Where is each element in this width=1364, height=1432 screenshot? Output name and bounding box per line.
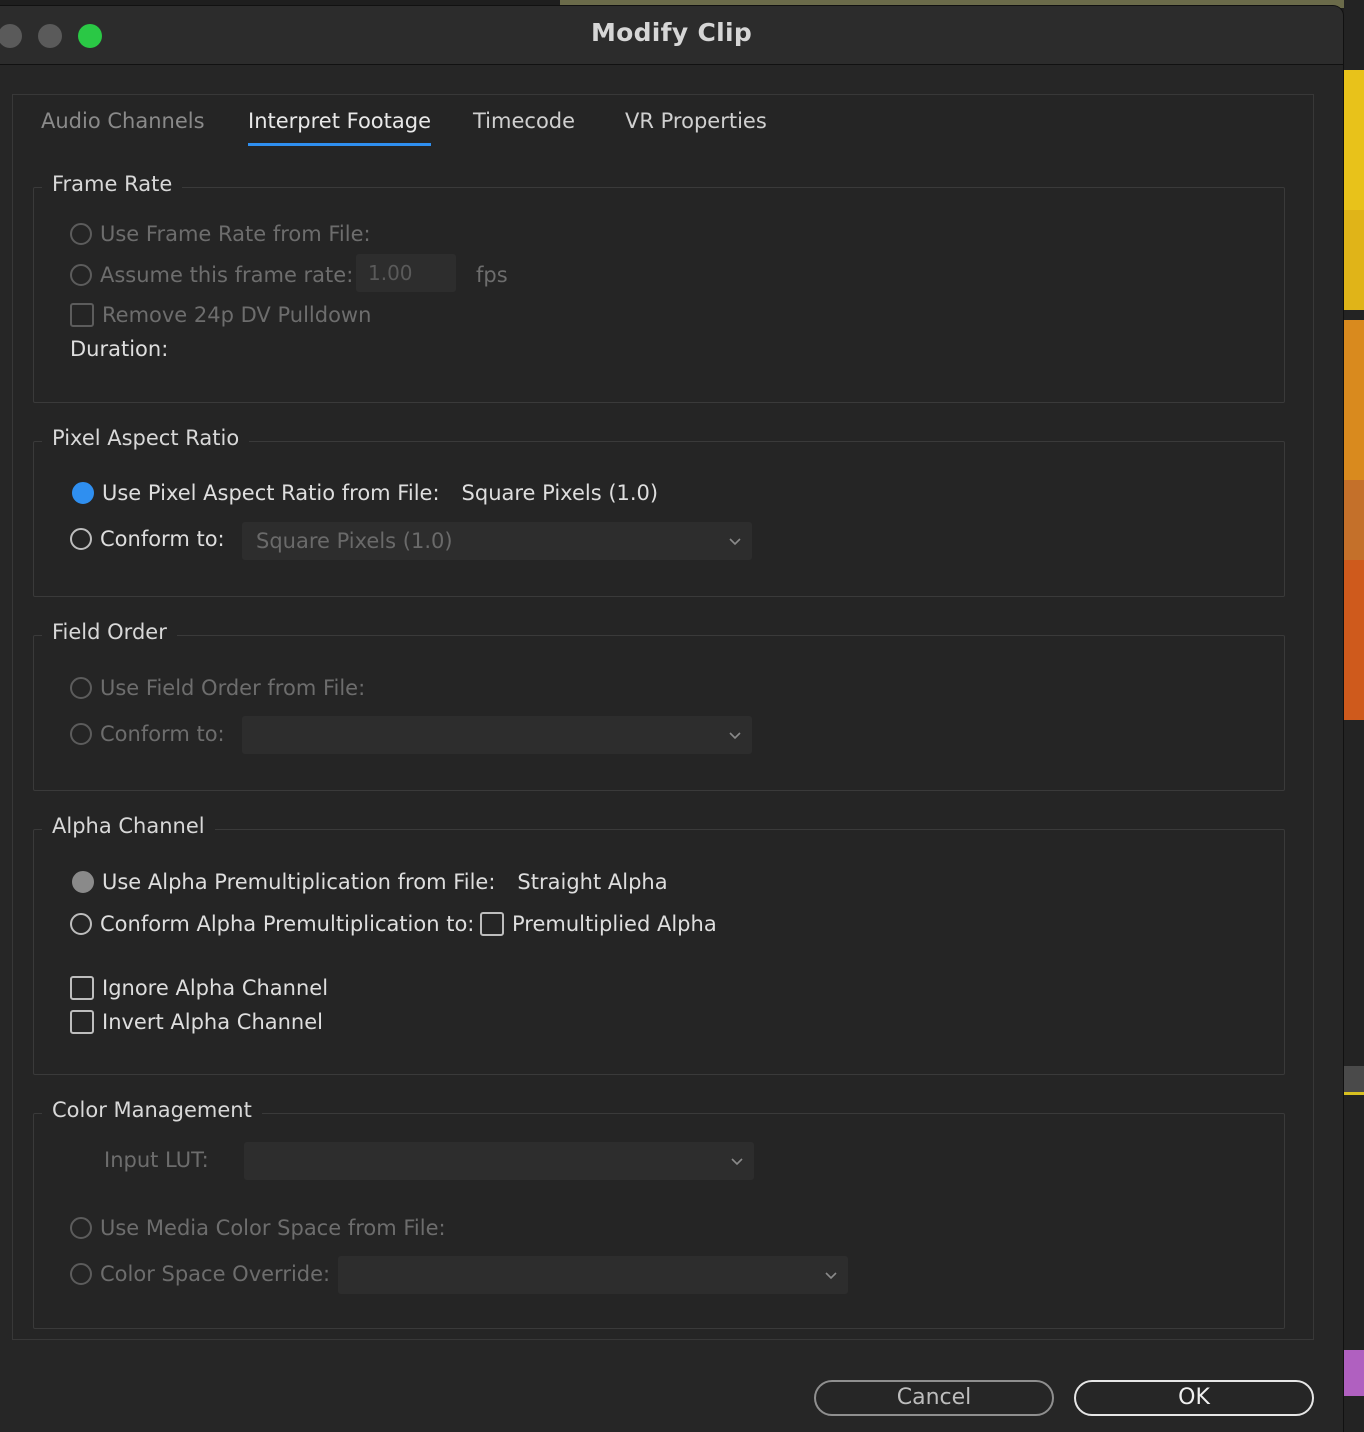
option-label: Premultiplied Alpha — [512, 912, 717, 936]
assume-frame-rate-option[interactable]: Assume this frame rate: — [70, 263, 353, 287]
option-label: Use Pixel Aspect Ratio from File: — [102, 481, 440, 505]
tab-timecode[interactable]: Timecode — [473, 109, 575, 133]
window-title: Modify Clip — [590, 18, 753, 47]
radio-button[interactable] — [70, 223, 92, 245]
radio-button[interactable] — [70, 1263, 92, 1285]
conform-pixel-aspect-option[interactable]: Conform to: — [70, 527, 225, 551]
field-order-legend: Field Order — [42, 620, 177, 644]
color-space-override-option[interactable]: Color Space Override: — [70, 1262, 330, 1286]
chevron-down-icon — [729, 538, 741, 546]
ok-button[interactable]: OK — [1074, 1380, 1314, 1416]
pixel-aspect-file-value: Square Pixels (1.0) — [461, 481, 659, 505]
duration-label: Duration: — [70, 337, 169, 361]
use-pixel-aspect-from-file-option[interactable]: Use Pixel Aspect Ratio from File: Square… — [72, 481, 658, 505]
color-space-override-dropdown[interactable] — [338, 1256, 848, 1294]
input-lut-dropdown[interactable] — [244, 1142, 754, 1180]
cancel-button[interactable]: Cancel — [814, 1380, 1054, 1416]
radio-button[interactable] — [70, 677, 92, 699]
radio-button[interactable] — [70, 264, 92, 286]
option-label: Color Space Override: — [100, 1262, 331, 1286]
pixel-aspect-ratio-legend: Pixel Aspect Ratio — [42, 426, 250, 450]
use-media-color-space-option[interactable]: Use Media Color Space from File: — [70, 1216, 446, 1240]
checkbox[interactable] — [70, 1010, 94, 1034]
frame-rate-legend: Frame Rate — [42, 172, 183, 196]
option-label: Use Field Order from File: — [100, 676, 366, 700]
pixel-aspect-dropdown[interactable]: Square Pixels (1.0) — [242, 522, 752, 560]
input-lut-label: Input LUT: — [104, 1148, 209, 1172]
conform-field-order-option[interactable]: Conform to: — [70, 722, 225, 746]
invert-alpha-option[interactable]: Invert Alpha Channel — [70, 1010, 323, 1034]
alpha-file-value: Straight Alpha — [517, 870, 668, 894]
option-label: Remove 24p DV Pulldown — [102, 303, 372, 327]
alpha-channel-legend: Alpha Channel — [42, 814, 215, 838]
field-order-dropdown[interactable] — [242, 716, 752, 754]
modify-clip-dialog: Modify Clip Audio Channels Interpret Foo… — [0, 6, 1343, 1432]
option-label: Use Frame Rate from File: — [100, 222, 371, 246]
premultiplied-alpha-option[interactable]: Premultiplied Alpha — [480, 912, 717, 936]
background-app-panel — [1344, 0, 1364, 1432]
option-label: Conform to: — [100, 722, 225, 746]
field-order-group: Field Order Use Field Order from File: C… — [33, 620, 1285, 791]
chevron-down-icon — [825, 1272, 837, 1280]
frame-rate-group: Frame Rate Use Frame Rate from File: Ass… — [33, 172, 1285, 403]
fps-label: fps — [476, 263, 508, 287]
radio-button[interactable] — [70, 723, 92, 745]
ignore-alpha-option[interactable]: Ignore Alpha Channel — [70, 976, 328, 1000]
dropdown-value: Square Pixels (1.0) — [256, 529, 453, 553]
alpha-channel-group: Alpha Channel Use Alpha Premultiplicatio… — [33, 814, 1285, 1075]
checkbox[interactable] — [480, 912, 504, 936]
option-label: Conform Alpha Premultiplication to: — [100, 912, 475, 936]
radio-button-selected[interactable] — [72, 871, 94, 893]
tab-audio-channels[interactable]: Audio Channels — [41, 109, 205, 133]
chevron-down-icon — [729, 732, 741, 740]
radio-button[interactable] — [70, 528, 92, 550]
duration-row: Duration: — [70, 337, 168, 361]
chevron-down-icon — [731, 1158, 743, 1166]
option-label: Conform to: — [100, 527, 225, 551]
tab-vr-properties[interactable]: VR Properties — [625, 109, 767, 133]
color-management-group: Color Management Input LUT: Use Media Co… — [33, 1098, 1285, 1329]
checkbox[interactable] — [70, 976, 94, 1000]
tab-panel: Audio Channels Interpret Footage Timecod… — [12, 94, 1314, 1340]
use-frame-rate-from-file-option[interactable]: Use Frame Rate from File: — [70, 222, 371, 246]
use-field-order-from-file-option[interactable]: Use Field Order from File: — [70, 676, 365, 700]
radio-button-selected[interactable] — [72, 482, 94, 504]
tab-interpret-footage[interactable]: Interpret Footage — [248, 109, 432, 146]
option-label: Use Media Color Space from File: — [100, 1216, 446, 1240]
radio-button[interactable] — [70, 1217, 92, 1239]
title-bar: Modify Clip — [0, 6, 1343, 65]
input-lut-row: Input LUT: — [104, 1148, 209, 1172]
pixel-aspect-ratio-group: Pixel Aspect Ratio Use Pixel Aspect Rati… — [33, 426, 1285, 597]
use-alpha-from-file-option[interactable]: Use Alpha Premultiplication from File: S… — [72, 870, 668, 894]
option-label: Invert Alpha Channel — [102, 1010, 323, 1034]
radio-button[interactable] — [70, 913, 92, 935]
color-management-legend: Color Management — [42, 1098, 262, 1122]
frame-rate-input[interactable]: 1.00 — [356, 254, 456, 292]
conform-alpha-option[interactable]: Conform Alpha Premultiplication to: — [70, 912, 474, 936]
option-label: Use Alpha Premultiplication from File: — [102, 870, 496, 894]
option-label: Assume this frame rate: — [100, 263, 354, 287]
option-label: Ignore Alpha Channel — [102, 976, 329, 1000]
fps-unit-label: fps — [476, 263, 508, 287]
remove-pulldown-option[interactable]: Remove 24p DV Pulldown — [70, 303, 371, 327]
checkbox[interactable] — [70, 303, 94, 327]
